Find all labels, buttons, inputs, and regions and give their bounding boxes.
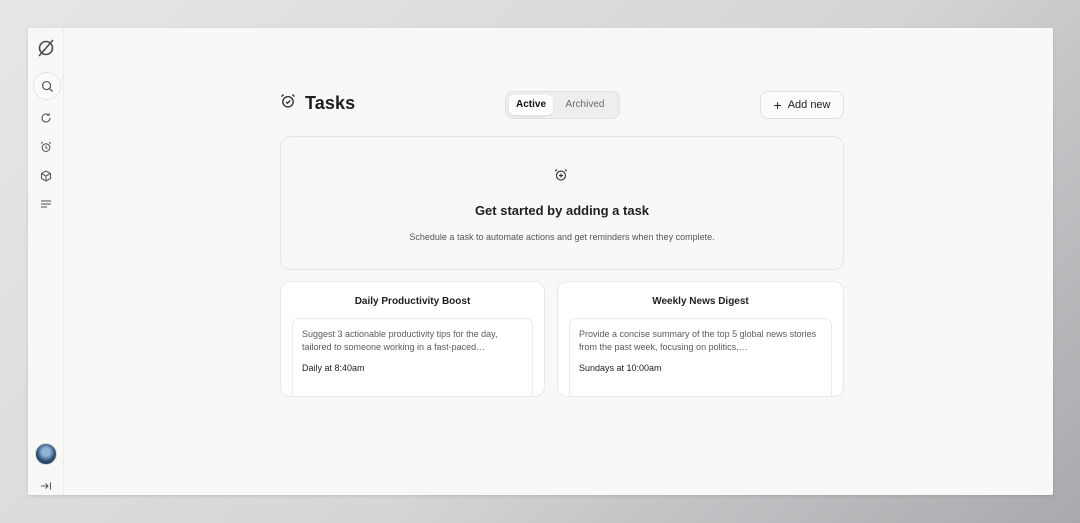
add-new-label: Add new [787, 99, 831, 111]
task-description: Provide a concise summary of the top 5 g… [579, 329, 817, 352]
collapse-sidebar-icon[interactable] [33, 473, 59, 495]
task-description: Suggest 3 actionable productivity tips f… [302, 329, 498, 352]
empty-state-card: Get started by adding a task Schedule a … [280, 136, 844, 270]
tab-active[interactable]: Active [509, 95, 553, 115]
empty-state-description: Schedule a task to automate actions and … [409, 232, 715, 242]
title-wrap: Tasks [280, 93, 355, 114]
tab-switcher: Active Archived [505, 91, 620, 119]
page-title: Tasks [305, 93, 356, 113]
plus-icon: + [773, 97, 782, 113]
task-schedule: Daily at 8:40am [302, 363, 365, 373]
alarm-add-icon [554, 168, 568, 182]
avatar[interactable] [35, 443, 57, 465]
alarm-icon[interactable] [33, 134, 59, 160]
logo-icon[interactable] [33, 35, 59, 61]
empty-state-heading: Get started by adding a task [474, 203, 650, 218]
alarm-clock-icon [280, 93, 296, 114]
sidebar [28, 28, 64, 495]
box-icon[interactable] [33, 163, 59, 189]
search-icon[interactable] [33, 72, 61, 100]
task-card[interactable]: Weekly News Digest Provide a concise sum… [557, 281, 844, 397]
app-window: Tasks Active Archived + Add new Get star… [28, 28, 1053, 495]
menu-icon[interactable] [33, 191, 59, 217]
add-new-button[interactable]: + Add new [760, 91, 844, 119]
tab-archived[interactable]: Archived [559, 95, 611, 115]
task-name: Daily Productivity Boost [354, 296, 471, 307]
page-header: Tasks Active Archived + Add new [280, 91, 844, 119]
task-details: Suggest 3 actionable productivity tips f… [292, 318, 533, 396]
task-details: Provide a concise summary of the top 5 g… [569, 318, 832, 396]
refresh-icon[interactable] [33, 105, 59, 131]
task-name: Weekly News Digest [652, 296, 749, 307]
task-card[interactable]: Daily Productivity Boost Suggest 3 actio… [280, 281, 545, 397]
task-schedule: Sundays at 10:00am [579, 363, 662, 373]
